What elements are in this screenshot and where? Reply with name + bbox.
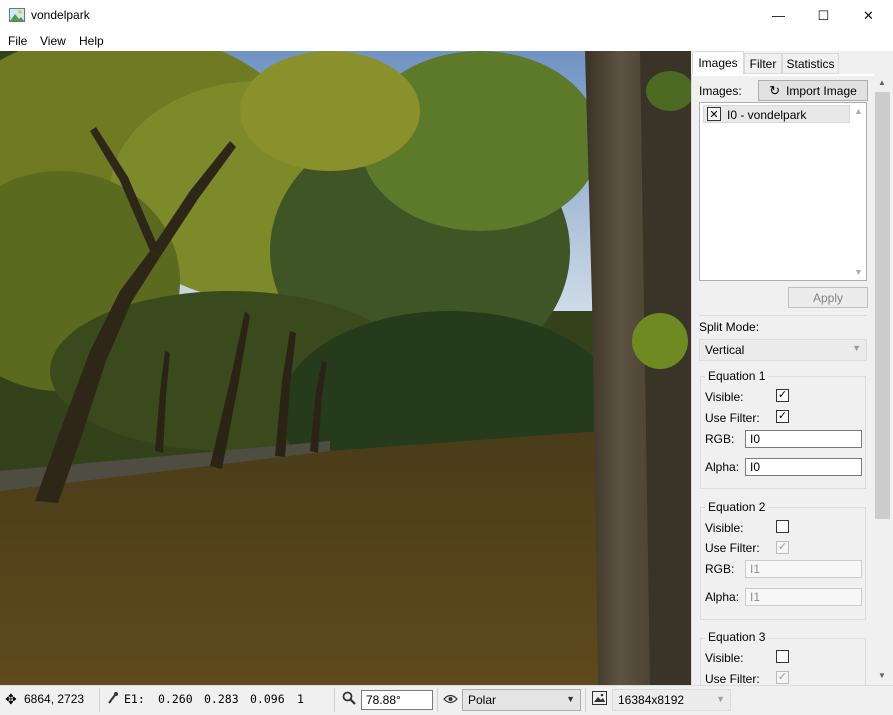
equation-1-rgb-input[interactable]: I0: [745, 430, 862, 448]
equation-1-filter-label: Use Filter:: [705, 411, 760, 425]
pixel-value-g: 0.283: [204, 692, 239, 706]
equation-2-visible-label: Visible:: [705, 521, 744, 535]
equation-2-title: Equation 2: [705, 500, 769, 514]
panel-scrollbar-thumb[interactable]: [875, 92, 890, 519]
image-size-icon: [592, 691, 607, 708]
menu-view[interactable]: View: [40, 34, 66, 48]
images-label: Images:: [699, 84, 742, 98]
chevron-down-icon: ▼: [566, 694, 575, 704]
equation-1-title: Equation 1: [705, 369, 769, 383]
maximize-button[interactable]: ☐: [801, 0, 846, 31]
tab-filter[interactable]: Filter: [744, 53, 782, 74]
equation-3-filter-label: Use Filter:: [705, 672, 760, 686]
scroll-up-icon[interactable]: ▲: [878, 78, 886, 87]
apply-button[interactable]: Apply: [788, 287, 868, 308]
remove-x-icon[interactable]: ✕: [707, 107, 721, 121]
equation-1-rgb-label: RGB:: [705, 432, 735, 446]
divider: [99, 688, 100, 712]
menu-help[interactable]: Help: [79, 34, 104, 48]
cursor-position: 6864, 2723: [24, 692, 85, 706]
divider: [585, 688, 586, 712]
equation-2-rgb-input[interactable]: I1: [745, 560, 862, 578]
divider: [699, 315, 867, 316]
equation-3-visible-checkbox[interactable]: [776, 650, 789, 663]
eyedropper-icon: [107, 691, 119, 708]
divider: [437, 688, 438, 712]
pixel-value-r: 0.260: [158, 692, 193, 706]
equation-1-filter-checkbox[interactable]: ✓: [776, 410, 789, 423]
pixel-value-a: 1: [297, 692, 304, 706]
pixel-channel-label: E1:: [124, 692, 145, 706]
equation-3-title: Equation 3: [705, 630, 769, 644]
zoom-input[interactable]: 78.88°: [361, 690, 433, 710]
magnifier-icon: [342, 691, 356, 708]
minimize-button[interactable]: —: [756, 0, 801, 31]
equation-2-visible-checkbox[interactable]: [776, 520, 789, 533]
move-icon: ✥: [5, 691, 17, 707]
tab-images[interactable]: Images: [692, 51, 744, 75]
close-button[interactable]: ✕: [846, 0, 891, 31]
import-image-button[interactable]: ↻ Import Image: [758, 80, 868, 101]
eye-icon: [443, 693, 458, 707]
image-viewer[interactable]: [0, 51, 691, 685]
split-mode-select[interactable]: Vertical ▼: [699, 339, 867, 361]
equation-1-visible-checkbox[interactable]: ✓: [776, 389, 789, 402]
list-scrollbar[interactable]: ▲ ▼: [851, 104, 865, 279]
split-mode-label: Split Mode:: [699, 320, 760, 334]
equation-1-alpha-input[interactable]: I0: [745, 458, 862, 476]
window-title: vondelpark: [31, 8, 90, 22]
tab-statistics[interactable]: Statistics: [782, 53, 839, 74]
image-list-item-label: I0 - vondelpark: [727, 108, 807, 122]
chevron-down-icon: ▼: [716, 694, 725, 704]
equation-3-filter-checkbox[interactable]: ✓: [776, 671, 789, 684]
refresh-icon: ↻: [769, 82, 781, 98]
projection-select[interactable]: Polar ▼: [462, 689, 581, 711]
pixel-value-b: 0.096: [250, 692, 285, 706]
scroll-down-icon[interactable]: ▼: [878, 671, 886, 680]
menu-file[interactable]: File: [8, 34, 27, 48]
projection-value: Polar: [468, 693, 497, 707]
equation-2-alpha-label: Alpha:: [705, 590, 740, 604]
equation-2-filter-checkbox[interactable]: ✓: [776, 541, 789, 554]
equation-3-visible-label: Visible:: [705, 651, 744, 665]
chevron-down-icon: ▼: [852, 343, 861, 353]
import-image-label: Import Image: [786, 83, 857, 98]
divider: [334, 688, 335, 712]
equation-2-alpha-input[interactable]: I1: [745, 588, 862, 606]
images-list[interactable]: [699, 102, 867, 281]
equation-2-rgb-label: RGB:: [705, 562, 735, 576]
resolution-select[interactable]: 16384x8192 ▼: [612, 689, 731, 711]
resolution-value: 16384x8192: [618, 693, 685, 707]
equation-1-visible-label: Visible:: [705, 390, 744, 404]
split-mode-value: Vertical: [705, 343, 745, 357]
image-icon: [9, 8, 25, 22]
menu-bar: [0, 31, 893, 51]
equation-2-filter-label: Use Filter:: [705, 541, 760, 555]
equation-1-alpha-label: Alpha:: [705, 460, 740, 474]
